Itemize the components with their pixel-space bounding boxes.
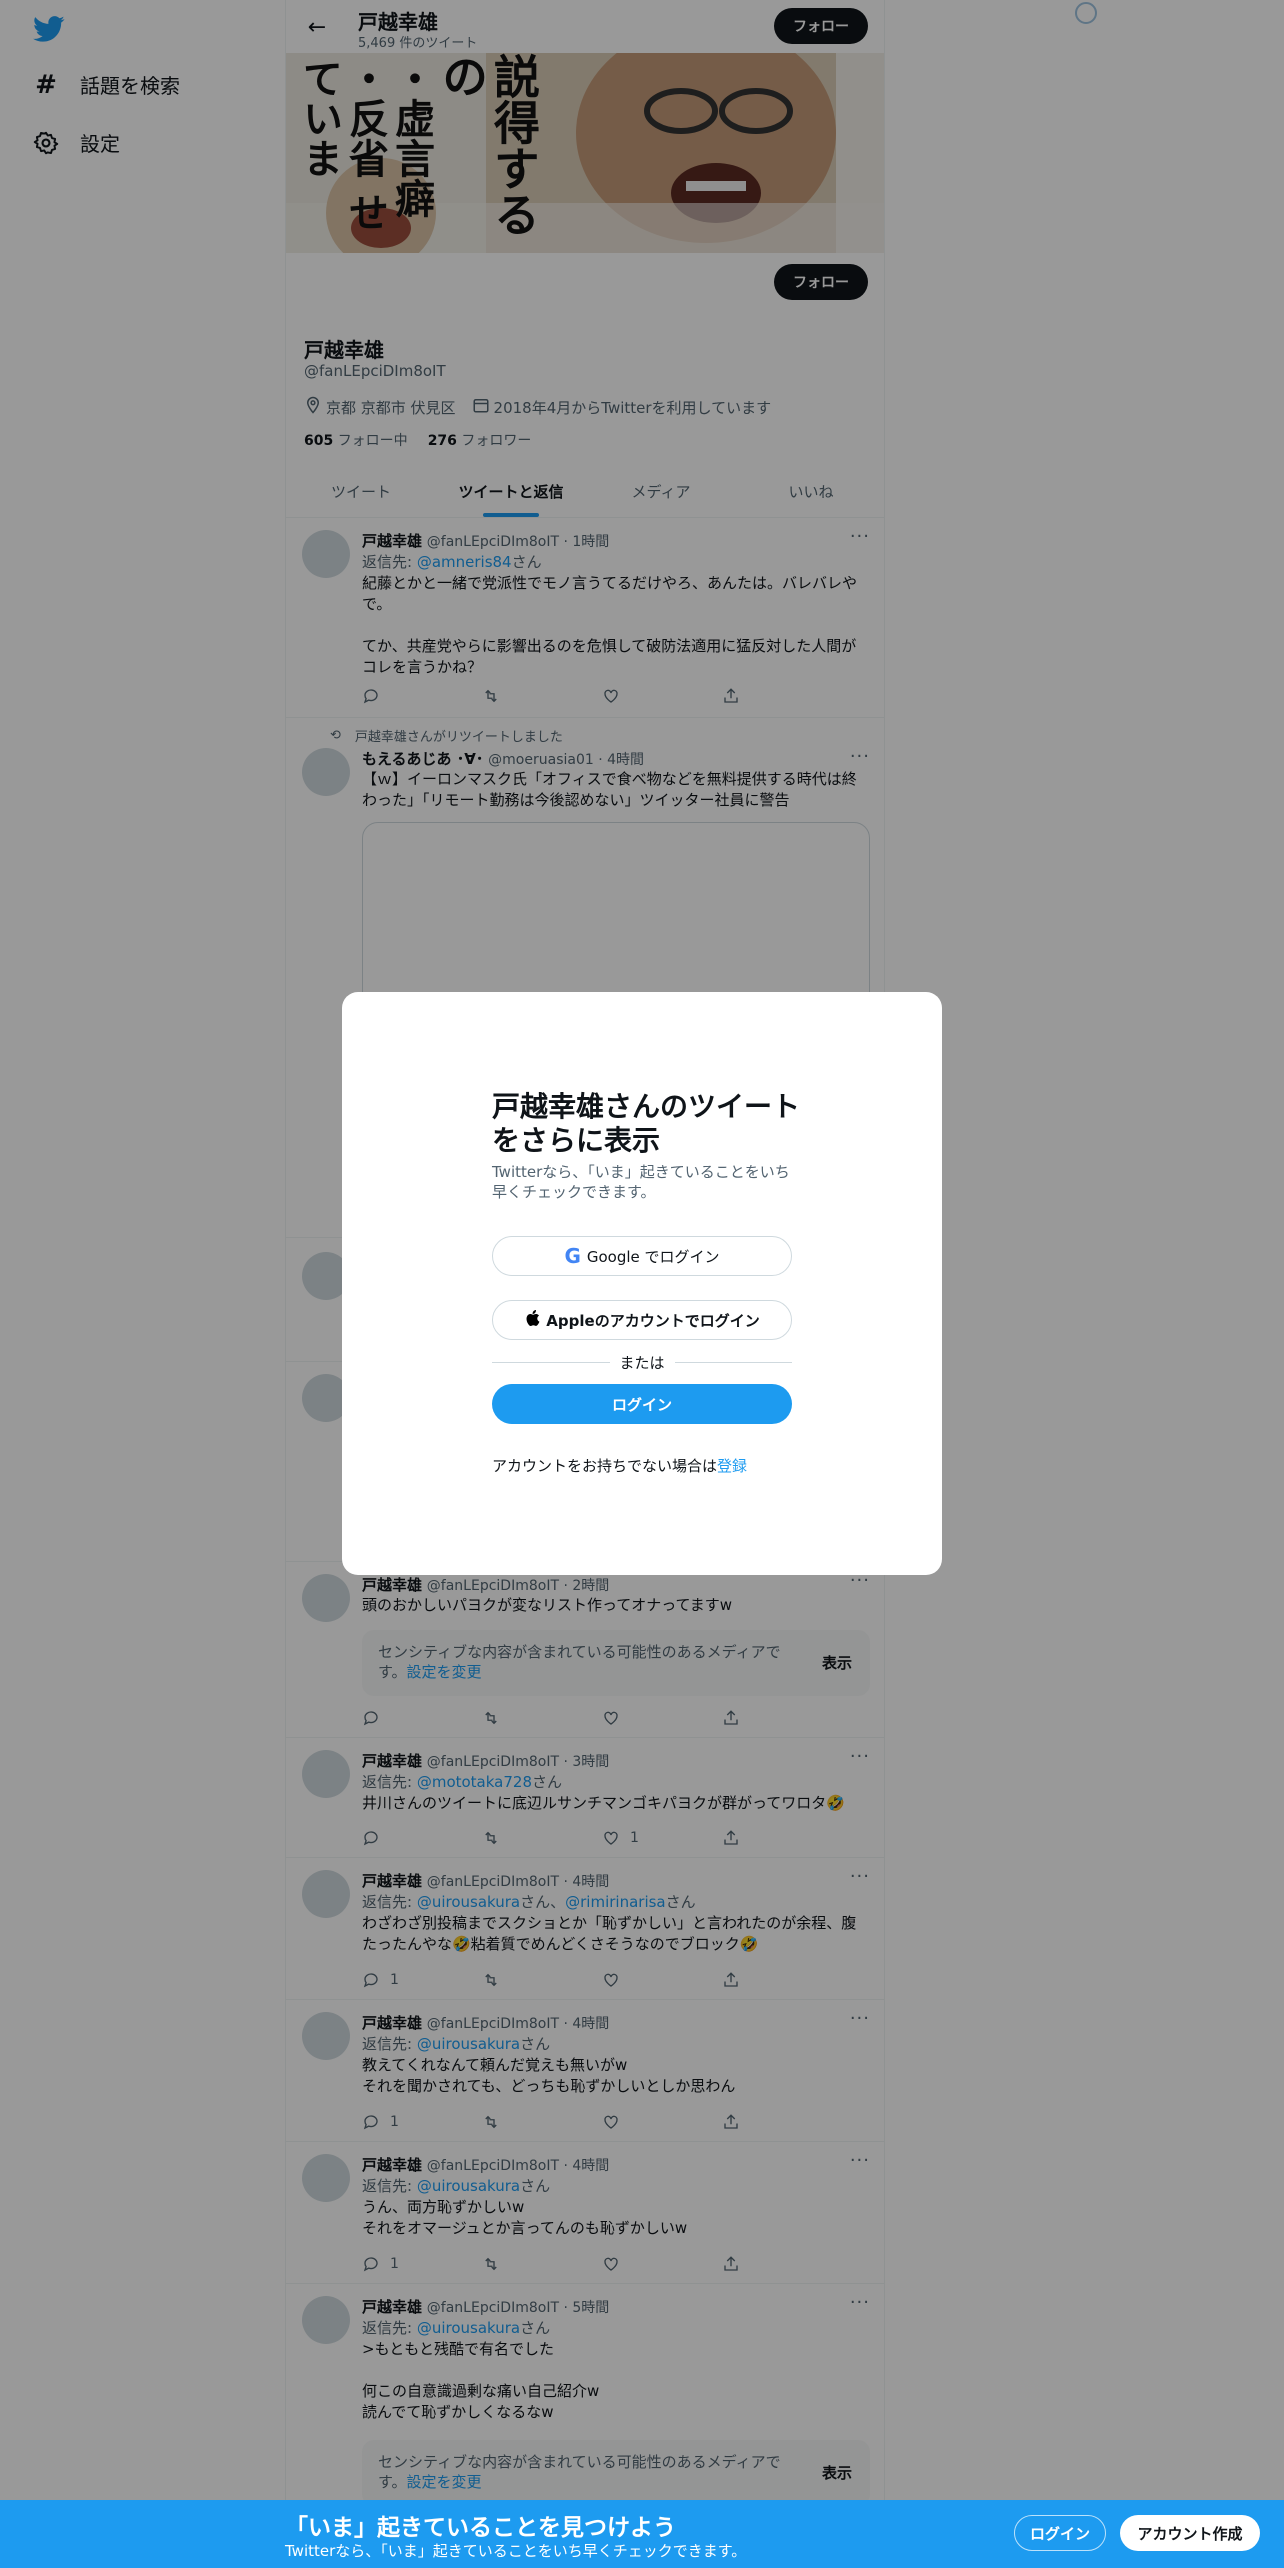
signup-prompt: アカウントをお持ちでない場合は登録 xyxy=(492,1455,747,1476)
bottom-bar-title: 「いま」起きていることを見つけよう xyxy=(285,2515,676,2541)
google-login-button[interactable]: G Google でログイン xyxy=(492,1236,792,1276)
apple-login-button[interactable]: Appleのアカウントでログイン xyxy=(492,1300,792,1340)
modal-subtitle: Twitterなら、「いま」起きていることをいち早くチェックできます。 xyxy=(492,1163,790,1201)
google-login-label: Google でログイン xyxy=(586,1247,720,1266)
apple-login-label: Appleのアカウントでログイン xyxy=(546,1311,760,1330)
login-modal: 戸越幸雄さんのツイートをさらに表示 Twitterなら、「いま」起きていることを… xyxy=(342,992,942,1575)
bottom-signup-bar: 「いま」起きていることを見つけよう Twitterなら、「いま」起きていることを… xyxy=(0,2500,1284,2568)
google-icon: G xyxy=(564,1244,581,1268)
login-button[interactable]: ログイン xyxy=(492,1384,792,1424)
or-divider: または xyxy=(492,1352,792,1372)
signup-prompt-text: アカウントをお持ちでない場合は xyxy=(492,1457,718,1475)
bottom-signup-button[interactable]: アカウント作成 xyxy=(1120,2515,1260,2551)
modal-title: 戸越幸雄さんのツイートをさらに表示 xyxy=(492,1090,801,1157)
signup-link[interactable]: 登録 xyxy=(717,1457,747,1475)
or-label: または xyxy=(619,1353,665,1372)
bottom-login-button[interactable]: ログイン xyxy=(1014,2515,1106,2551)
apple-icon xyxy=(524,1309,540,1331)
bottom-bar-subtitle: Twitterなら、「いま」起きていることをいち早くチェックできます。 xyxy=(285,2542,747,2560)
